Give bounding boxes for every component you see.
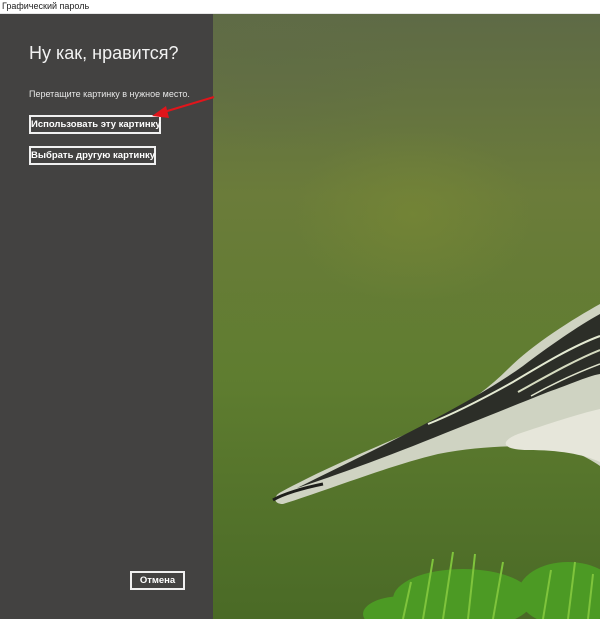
cancel-button[interactable]: Отмена	[130, 571, 185, 590]
instruction-text: Перетащите картинку в нужное место.	[29, 89, 190, 99]
page-title: Ну как, нравится?	[29, 43, 179, 63]
window-title: Графический пароль	[2, 1, 90, 11]
picture-password-panel: Ну как, нравится? Перетащите картинку в …	[0, 14, 213, 619]
use-this-picture-button[interactable]: Использовать эту картинку	[29, 115, 161, 134]
window-titlebar: Графический пароль	[0, 0, 600, 14]
bird-picture	[272, 304, 600, 619]
picture-preview[interactable]	[213, 14, 600, 619]
choose-another-picture-button[interactable]: Выбрать другую картинку	[29, 146, 156, 165]
